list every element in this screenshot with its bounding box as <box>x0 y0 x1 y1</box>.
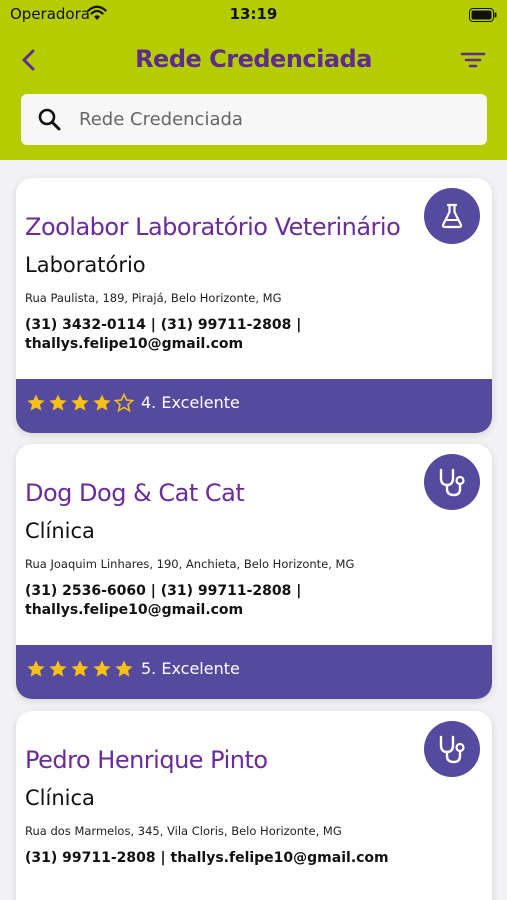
star-filled-icon <box>114 659 134 683</box>
star-filled-icon <box>92 659 112 683</box>
search-bar[interactable] <box>21 94 487 145</box>
status-bar: Operadora 13:19 <box>0 0 507 30</box>
star-filled-icon <box>70 393 90 417</box>
star-filled-icon <box>48 659 68 683</box>
provider-contact: (31) 3432-0114 | (31) 99711-2808 | thall… <box>25 317 302 352</box>
star-filled-icon <box>26 393 46 417</box>
star-filled-icon <box>26 659 46 683</box>
provider-type: Laboratório <box>25 253 146 277</box>
stethoscope-icon[interactable] <box>424 454 480 510</box>
provider-list: Zoolabor Laboratório Veterinário Laborat… <box>0 160 507 900</box>
rating-stars <box>26 392 135 417</box>
provider-address: Rua dos Marmelos, 345, Vila Cloris, Belo… <box>25 824 342 838</box>
provider-type: Clínica <box>25 786 95 810</box>
lab-flask-icon[interactable] <box>424 188 480 244</box>
search-input[interactable] <box>79 94 474 145</box>
provider-name: Dog Dog & Cat Cat <box>25 479 245 507</box>
provider-address: Rua Paulista, 189, Pirajá, Belo Horizont… <box>25 291 282 305</box>
provider-card[interactable]: Dog Dog & Cat Cat Clínica Rua Joaquim Li… <box>16 444 492 699</box>
navigation-bar: Rede Credenciada <box>0 38 507 82</box>
star-filled-icon <box>48 393 68 417</box>
rating-label: 5. Excelente <box>141 659 240 678</box>
provider-type: Clínica <box>25 519 95 543</box>
header-area: Operadora 13:19 Rede Credenciada <box>0 0 507 160</box>
rating-bar: 5. Excelente <box>16 645 492 699</box>
star-filled-icon <box>92 393 112 417</box>
provider-card[interactable]: Zoolabor Laboratório Veterinário Laborat… <box>16 178 492 433</box>
provider-contact: (31) 99711-2808 | thallys.felipe10@gmail… <box>25 850 389 866</box>
provider-contact: (31) 2536-6060 | (31) 99711-2808 | thall… <box>25 583 302 618</box>
status-time: 13:19 <box>229 5 278 23</box>
rating-bar: 4. Excelente <box>16 379 492 433</box>
provider-card[interactable]: Pedro Henrique Pinto Clínica Rua dos Mar… <box>16 711 492 900</box>
provider-name: Zoolabor Laboratório Veterinário <box>25 213 401 241</box>
page-title: Rede Credenciada <box>135 45 372 73</box>
battery-icon <box>469 7 497 26</box>
provider-name: Pedro Henrique Pinto <box>25 746 268 774</box>
star-filled-icon <box>70 659 90 683</box>
search-icon <box>37 107 63 137</box>
rating-stars <box>26 659 134 683</box>
filter-button[interactable] <box>459 48 487 72</box>
rating-label: 4. Excelente <box>141 393 240 412</box>
stethoscope-icon[interactable] <box>424 721 480 777</box>
star-empty-icon <box>113 392 135 417</box>
provider-address: Rua Joaquim Linhares, 190, Anchieta, Bel… <box>25 557 355 571</box>
